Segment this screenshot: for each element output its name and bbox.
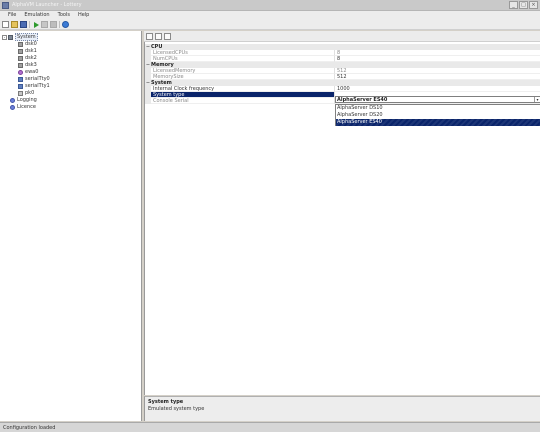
tree-item-label: System (15, 33, 38, 41)
disk-icon (18, 41, 23, 47)
toolbar-separator (59, 21, 60, 28)
system-icon (8, 34, 13, 40)
chevron-down-icon[interactable]: ▾ (534, 97, 540, 102)
status-text: Configuration loaded (3, 424, 56, 431)
tree-item-pk0[interactable]: pk0 (18, 90, 34, 96)
cpu-icon (18, 90, 23, 96)
menu-help[interactable]: Help (74, 11, 93, 20)
dropdown-option-selected[interactable]: AlphaServer ES40 (336, 119, 540, 126)
window-controls: _ □ × (509, 1, 538, 9)
tree-item-label: dsk2 (25, 55, 37, 61)
tree-item-label: dsk3 (25, 62, 37, 68)
system-type-combobox[interactable]: AlphaServer ES40 ▾ (335, 96, 540, 103)
tree-item-label: dsk0 (25, 41, 37, 47)
tree-item-label: pk0 (25, 90, 35, 96)
maximize-button[interactable]: □ (519, 1, 528, 9)
tree-item-serialtty0[interactable]: serialTty0 (18, 76, 50, 82)
serial-icon (18, 76, 23, 82)
menu-tools[interactable]: Tools (54, 11, 74, 20)
configuration-tree[interactable]: - System dsk0 dsk1 dsk2 dsk3 ewa0 serial… (0, 31, 142, 421)
collapse-icon[interactable]: - (2, 34, 7, 40)
tree-item-licence[interactable]: Licence (10, 104, 36, 110)
property-description-panel: System type Emulated system type (144, 396, 540, 421)
tree-item-serialtty1[interactable]: serialTty1 (18, 83, 50, 89)
minimize-button[interactable]: _ (509, 1, 518, 9)
dropdown-option[interactable]: AlphaServer DS10 (336, 105, 540, 112)
start-icon[interactable] (32, 21, 39, 28)
network-icon (18, 69, 23, 75)
main-toolbar (0, 20, 540, 30)
help-icon[interactable] (62, 21, 69, 28)
tree-item-label: serialTty0 (25, 76, 50, 82)
pause-icon[interactable] (50, 21, 57, 28)
dropdown-option[interactable]: AlphaServer DS20 (336, 112, 540, 119)
tree-item-label: Logging (17, 97, 37, 103)
tree-item-label: Licence (17, 104, 36, 110)
menu-file[interactable]: File (4, 11, 20, 20)
tree-item-label: serialTty1 (25, 83, 50, 89)
menu-bar: File Emulation Tools Help (0, 11, 540, 20)
logging-icon (10, 97, 15, 103)
categorized-view-icon[interactable] (146, 32, 153, 40)
toolbar-separator (29, 21, 30, 28)
tree-item-logging[interactable]: Logging (10, 97, 37, 103)
status-bar: Configuration loaded (0, 422, 540, 432)
property-pages-icon[interactable] (164, 32, 171, 40)
new-file-icon[interactable] (2, 21, 9, 28)
description-text: Emulated system type (148, 406, 205, 412)
tree-item-dsk1[interactable]: dsk1 (18, 48, 37, 54)
menu-emulation[interactable]: Emulation (20, 11, 53, 20)
licence-icon (10, 104, 15, 110)
tree-item-dsk0[interactable]: dsk0 (18, 41, 37, 47)
disk-icon (18, 48, 23, 54)
serial-icon (18, 83, 23, 89)
tree-item-label: dsk1 (25, 48, 37, 54)
description-title: System type (148, 399, 184, 405)
tree-item-system[interactable]: - System (2, 33, 38, 41)
stop-icon[interactable] (41, 21, 48, 28)
disk-icon (18, 62, 23, 68)
tree-item-ewa0[interactable]: ewa0 (18, 69, 38, 75)
system-type-dropdown-list[interactable]: AlphaServer DS10 AlphaServer DS20 AlphaS… (335, 104, 540, 126)
window-title: AlphaVM Launcher - Lottery (12, 2, 82, 8)
property-grid-toolbar (144, 31, 540, 42)
tree-item-dsk2[interactable]: dsk2 (18, 55, 37, 61)
close-button[interactable]: × (529, 1, 538, 9)
system-type-selected-value: AlphaServer ES40 (337, 96, 388, 103)
open-folder-icon[interactable] (11, 21, 18, 28)
property-grid[interactable]: − CPU LicensedCPUs 8 NumCPUs 8 − Memory … (144, 42, 540, 395)
alphabetical-view-icon[interactable] (155, 32, 162, 40)
save-icon[interactable] (20, 21, 27, 28)
tree-item-label: ewa0 (25, 69, 39, 75)
disk-icon (18, 55, 23, 61)
app-icon (2, 2, 9, 9)
property-name: Console Serial (151, 98, 334, 104)
tree-item-dsk3[interactable]: dsk3 (18, 62, 37, 68)
title-bar: AlphaVM Launcher - Lottery _ □ × (0, 0, 540, 11)
